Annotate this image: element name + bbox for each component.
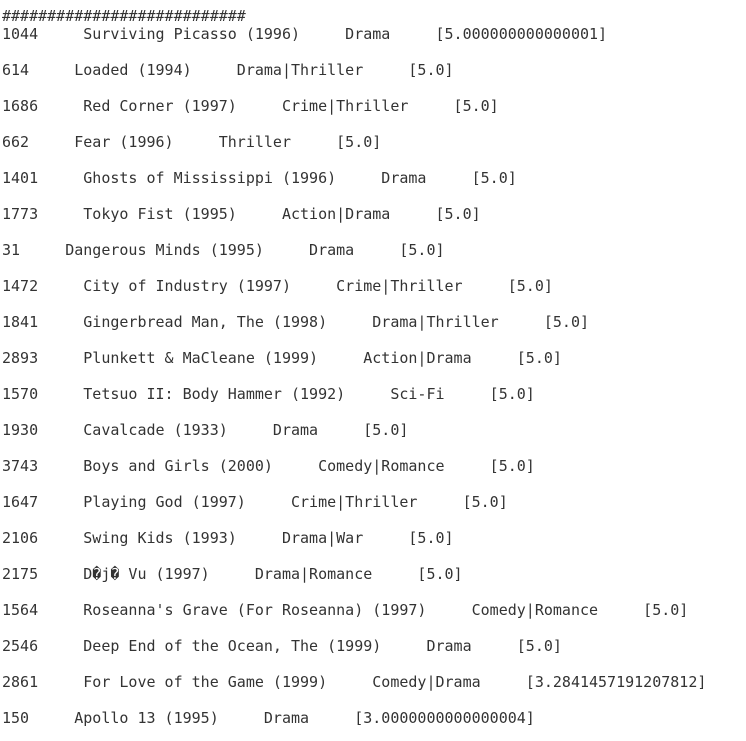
list-item: 1472 City of Industry (1997) Crime|Thril… <box>2 277 553 295</box>
list-item: 31 Dangerous Minds (1995) Drama [5.0] <box>2 241 445 259</box>
list-item: 1773 Tokyo Fist (1995) Action|Drama [5.0… <box>2 205 481 223</box>
list-item: 662 Fear (1996) Thriller [5.0] <box>2 133 382 151</box>
list-item: 2106 Swing Kids (1993) Drama|War [5.0] <box>2 529 454 547</box>
list-item: 1044 Surviving Picasso (1996) Drama [5.0… <box>2 25 608 43</box>
list-item: 614 Loaded (1994) Drama|Thriller [5.0] <box>2 61 454 79</box>
list-item: 1564 Roseanna's Grave (For Roseanna) (19… <box>2 601 689 619</box>
list-item: 1570 Tetsuo II: Body Hammer (1992) Sci-F… <box>2 385 535 403</box>
list-item: 2861 For Love of the Game (1999) Comedy|… <box>2 673 707 691</box>
list-item: 3743 Boys and Girls (2000) Comedy|Romanc… <box>2 457 535 475</box>
list-item: 150 Apollo 13 (1995) Drama [3.0000000000… <box>2 709 535 727</box>
list-item: 1401 Ghosts of Mississippi (1996) Drama … <box>2 169 517 187</box>
list-item: 1686 Red Corner (1997) Crime|Thriller [5… <box>2 97 499 115</box>
list-item: 2175 D�j� Vu (1997) Drama|Romance [5.0] <box>2 565 463 583</box>
list-item: 1930 Cavalcade (1933) Drama [5.0] <box>2 421 409 439</box>
list-item: 1647 Playing God (1997) Crime|Thriller [… <box>2 493 508 511</box>
list-item: 2893 Plunkett & MaCleane (1999) Action|D… <box>2 349 562 367</box>
terminal-output: ########################### 1044 Survivi… <box>0 0 746 741</box>
list-item: 1841 Gingerbread Man, The (1998) Drama|T… <box>2 313 589 331</box>
list-item: 2546 Deep End of the Ocean, The (1999) D… <box>2 637 562 655</box>
header-separator: ########################### <box>2 7 246 25</box>
